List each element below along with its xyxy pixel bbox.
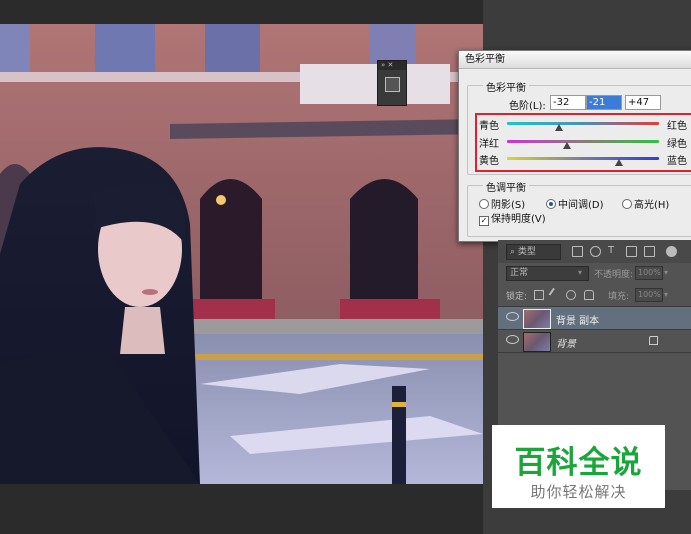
levels-label: 色阶(L): — [509, 101, 546, 112]
pixel-filter-icon[interactable] — [572, 246, 583, 257]
chevron-down-icon[interactable]: ▾ — [664, 290, 668, 299]
radio-label: 高光(H) — [634, 200, 670, 211]
eye-icon[interactable] — [506, 335, 519, 344]
radio-label: 中间调(D) — [558, 200, 604, 211]
photo-canvas[interactable] — [0, 24, 483, 484]
slider-right-label: 红色 — [667, 121, 687, 132]
layer-filter-select[interactable]: ⌕ 类型 — [506, 244, 561, 260]
layer-thumbnail — [523, 332, 551, 352]
slider-left-label: 青色 — [479, 121, 499, 132]
lock-all-icon[interactable] — [584, 290, 594, 300]
fill-label: 填充: — [608, 292, 630, 302]
slider-yellow-blue[interactable]: 黄色 蓝色 — [479, 152, 689, 167]
slider-thumb[interactable] — [563, 142, 572, 149]
layer-name[interactable]: 背景 — [556, 335, 576, 350]
color-balance-dialog: 色彩平衡 色彩平衡 色阶(L): -32 -21 +47 青色 红色 洋红 绿色… — [458, 50, 691, 242]
level-input-cyan-red[interactable]: -32 — [550, 95, 586, 110]
slider-thumb[interactable] — [614, 159, 623, 166]
checkbox-label: 保持明度(V) — [491, 214, 546, 225]
lock-label: 锁定: — [506, 292, 528, 302]
filter-label: 类型 — [517, 247, 536, 257]
checkbox-box[interactable]: ✓ — [479, 216, 489, 226]
slider-track[interactable] — [507, 122, 659, 125]
radio-midtones[interactable]: 中间调(D) — [546, 196, 604, 211]
radio-dot[interactable] — [622, 199, 632, 209]
level-input-yellow-blue[interactable]: +47 — [625, 95, 661, 110]
chevron-down-icon[interactable]: ▾ — [664, 268, 668, 277]
watermark-title: 百科全说 — [514, 445, 643, 481]
opacity-label: 不透明度: — [594, 270, 634, 280]
layer-name[interactable]: 背景 副本 — [556, 312, 599, 327]
filter-toggle-icon[interactable] — [666, 246, 677, 257]
radio-dot-selected[interactable] — [546, 199, 556, 209]
slider-track[interactable] — [507, 157, 659, 160]
lock-pixels-icon[interactable] — [548, 287, 562, 301]
tone-balance-legend: 色调平衡 — [483, 179, 529, 194]
properties-icon[interactable] — [385, 77, 400, 92]
layer-row[interactable]: 背景 — [498, 329, 691, 353]
slider-left-label: 黄色 — [479, 156, 499, 167]
color-balance-legend: 色彩平衡 — [483, 79, 529, 94]
lock-icon — [649, 336, 658, 345]
opacity-input[interactable]: 100% — [635, 266, 663, 280]
preserve-luminosity-checkbox[interactable]: ✓ 保持明度(V) — [479, 210, 546, 226]
mini-panel-header[interactable]: » ✕ — [378, 61, 406, 70]
watermark-logo: 百科全说 助你轻松解决 — [492, 425, 665, 508]
eye-icon[interactable] — [506, 312, 519, 321]
layers-filter-toolbar: ⌕ 类型 T — [498, 240, 691, 263]
slider-thumb[interactable] — [554, 124, 563, 131]
dialog-title[interactable]: 色彩平衡 — [459, 51, 691, 69]
slider-right-label: 蓝色 — [667, 156, 687, 167]
slider-left-label: 洋红 — [479, 139, 499, 150]
slider-track[interactable] — [507, 140, 659, 143]
layer-thumbnail — [523, 309, 551, 329]
photo-image — [0, 24, 483, 484]
layer-row[interactable]: 背景 副本 — [498, 306, 691, 329]
radio-shadows[interactable]: 阴影(S) — [479, 196, 525, 211]
radio-dot[interactable] — [479, 199, 489, 209]
slider-magenta-green[interactable]: 洋红 绿色 — [479, 135, 689, 150]
adjustment-filter-icon[interactable] — [590, 246, 601, 257]
lock-position-icon[interactable] — [566, 290, 576, 300]
chevron-down-icon: ▾ — [578, 268, 583, 277]
fill-input[interactable]: 100% — [635, 288, 663, 302]
level-input-magenta-green[interactable]: -21 — [586, 95, 622, 110]
lock-transparent-icon[interactable] — [534, 290, 544, 300]
radio-highlights[interactable]: 高光(H) — [622, 196, 669, 211]
mini-panel[interactable]: » ✕ — [377, 60, 407, 106]
smart-object-filter-icon[interactable] — [644, 246, 655, 257]
shape-filter-icon[interactable] — [626, 246, 637, 257]
watermark-subtitle: 助你轻松解决 — [530, 483, 627, 501]
type-filter-icon[interactable]: T — [608, 246, 617, 256]
slider-cyan-red[interactable]: 青色 红色 — [479, 117, 689, 132]
slider-right-label: 绿色 — [667, 139, 687, 150]
search-icon: ⌕ — [510, 247, 518, 257]
blend-mode-select[interactable]: 正常 — [506, 266, 589, 281]
